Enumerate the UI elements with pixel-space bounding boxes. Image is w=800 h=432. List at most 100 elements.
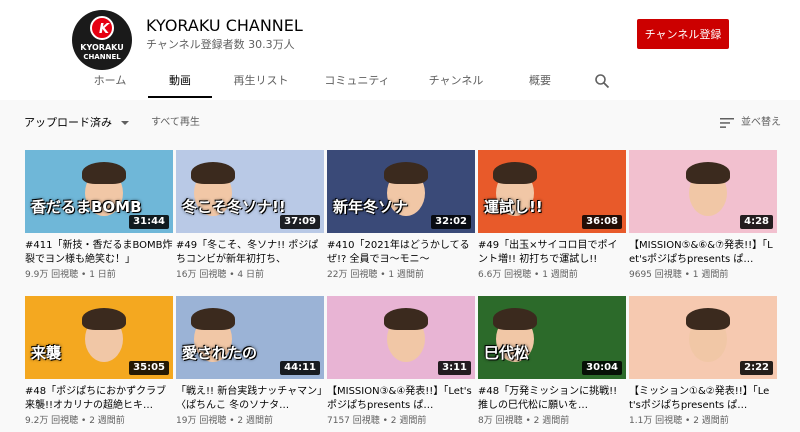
video-thumbnail[interactable]: 来襲 35:05 [25,296,173,379]
video-thumbnail[interactable]: 巳代松 30:04 [478,296,626,379]
video-thumbnail[interactable]: 香だるまBOMB 31:44 [25,150,173,233]
upload-age: 2 週間前 [693,416,729,426]
video-thumbnail[interactable]: 4:28 [629,150,777,233]
person-hair [493,308,537,330]
duration-badge: 37:09 [280,215,320,229]
meta-separator: • [522,416,534,426]
meta-separator: • [78,416,90,426]
thumbnail-caption: 運試し!! [484,198,543,216]
view-count: 8万 回視聴 [478,416,523,426]
duration-badge: 4:28 [740,215,773,229]
video-title[interactable]: 「戦え!! 新台実践ナッチャマン」〈ぱちんこ 冬のソナタ… [176,385,324,413]
duration-badge: 2:22 [740,361,773,375]
video-meta: 22万 回視聴 • 1 週間前 [327,269,475,281]
view-count: 9.2万 回視聴 [25,416,79,426]
person-hair [686,162,730,184]
tab-playlists[interactable]: 再生リスト [222,64,300,98]
tab-about[interactable]: 概要 [520,64,560,98]
logo-text-line2: CHANNEL [83,53,121,61]
duration-badge: 30:04 [582,361,622,375]
upload-age: 1 日前 [89,270,116,280]
person-hair [384,162,428,184]
video-title[interactable]: #48「万発ミッションに挑戦!! 推しの巳代松に願いを… [478,385,626,413]
video-title[interactable]: #48「ポジぱちにおかずクラブ来襲!!オカリナの超絶ヒキ… [25,385,173,413]
view-count: 7157 回視聴 [327,416,380,426]
chevron-down-icon[interactable] [121,121,129,125]
tab-channels[interactable]: チャンネル [420,64,492,98]
duration-badge: 36:08 [582,215,622,229]
video-title[interactable]: 【MISSION⑤&⑥&⑦発表!!】「Let'sポジぱちpresents ぱ… [629,239,777,267]
view-count: 16万 回視聴 [176,270,227,280]
upload-age: 2 週間前 [89,416,125,426]
video-title[interactable]: #411「新技・香だるまBOMB炸裂でヨン様も絶笑む！」 [25,239,173,267]
video-meta: 7157 回視聴 • 2 週間前 [327,415,475,427]
upload-age: 2 週間前 [237,416,273,426]
person-hair [493,162,537,184]
video-thumbnail[interactable]: 2:22 [629,296,777,379]
person-hair [191,308,235,330]
channel-name: KYORAKU CHANNEL [146,16,303,35]
view-count: 9695 回視聴 [629,270,682,280]
video-title[interactable]: 【MISSION③&④発表!!】「Let'sポジぱちpresents ぱ… [327,385,475,413]
subscriber-count: チャンネル登録者数 30.3万人 [146,38,295,51]
search-icon[interactable] [594,73,610,89]
upload-age: 1 週間前 [542,270,578,280]
duration-badge: 32:02 [431,215,471,229]
channel-tabs: ホーム 動画 再生リスト コミュニティ チャンネル 概要 [0,64,800,98]
logo-mark: K [98,22,110,37]
person-hair [82,308,126,330]
sort-icon[interactable] [720,117,734,129]
tab-community[interactable]: コミュニティ [316,64,398,98]
video-meta: 8万 回視聴 • 2 週間前 [478,415,626,427]
video-meta: 6.6万 回視聴 • 1 週間前 [478,269,626,281]
channel-avatar[interactable]: K KYORAKU CHANNEL [72,10,132,70]
tab-home[interactable]: ホーム [82,64,138,98]
filter-bar: アップロード済み すべて再生 並べ替え [0,108,800,138]
upload-age: 2 週間前 [390,416,427,426]
video-meta: 19万 回視聴 • 2 週間前 [176,415,324,427]
meta-separator: • [682,416,694,426]
video-meta: 16万 回視聴 • 4 日前 [176,269,324,281]
logo-emblem: K [90,16,114,40]
upload-age: 1 週間前 [692,270,729,280]
video-title[interactable]: #49「冬こそ、冬ソナ!! ポジぱちコンビが新年初打ち、 [176,239,324,267]
view-count: 9.9万 回視聴 [25,270,79,280]
video-title[interactable]: 【ミッション①&②発表!!】「Let'sポジぱちpresents ぱ… [629,385,777,413]
tab-videos[interactable]: 動画 [148,64,212,98]
video-thumbnail[interactable]: 運試し!! 36:08 [478,150,626,233]
subscribe-button[interactable]: チャンネル登録 [637,19,729,49]
thumbnail-caption: 巳代松 [484,344,530,362]
meta-separator: • [379,416,391,426]
duration-badge: 44:11 [280,361,320,375]
video-thumbnail[interactable]: 3:11 [327,296,475,379]
play-all-link[interactable]: すべて再生 [151,116,200,130]
thumbnail-caption: 冬こそ冬ソナ!! [182,198,286,216]
meta-separator: • [226,270,238,280]
channel-header: K KYORAKU CHANNEL KYORAKU CHANNEL チャンネル登… [0,0,800,100]
view-count: 1.1万 回視聴 [629,416,683,426]
thumbnail-caption: 新年冬ソナ [333,198,409,216]
meta-separator: • [78,270,90,280]
meta-separator: • [681,270,693,280]
person-hair [82,162,126,184]
uploads-dropdown[interactable]: アップロード済み [24,116,112,130]
video-thumbnail[interactable]: 新年冬ソナ 32:02 [327,150,475,233]
sort-button[interactable]: 並べ替え [741,116,781,130]
duration-badge: 3:11 [438,361,471,375]
meta-separator: • [377,270,389,280]
thumbnail-caption: 愛されたの [182,344,258,362]
view-count: 6.6万 回視聴 [478,270,532,280]
meta-separator: • [226,416,238,426]
duration-badge: 35:05 [129,361,169,375]
video-meta: 9695 回視聴 • 1 週間前 [629,269,777,281]
video-thumbnail[interactable]: 冬こそ冬ソナ!! 37:09 [176,150,324,233]
person-hair [191,162,235,184]
video-thumbnail[interactable]: 愛されたの 44:11 [176,296,324,379]
upload-age: 4 日前 [237,270,264,280]
video-title[interactable]: #49「出玉×サイコロ目でポイント増!! 初打ちで運試し!! [478,239,626,267]
video-title[interactable]: #410「2021年はどうかしてるぜ!? 全員でヨ〜モニ〜 [327,239,475,267]
video-meta: 9.9万 回視聴 • 1 日前 [25,269,173,281]
person-hair [686,308,730,330]
meta-separator: • [531,270,543,280]
video-meta: 1.1万 回視聴 • 2 週間前 [629,415,777,427]
